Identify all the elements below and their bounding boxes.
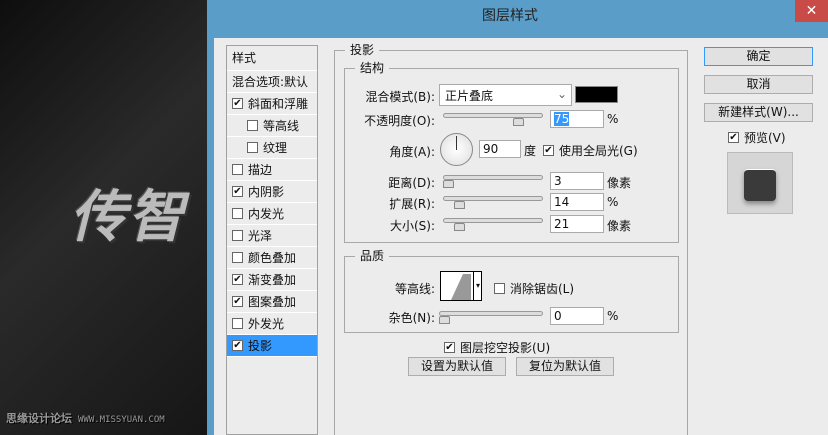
check-icon[interactable]: ✔ bbox=[232, 340, 243, 351]
size-input[interactable]: 21 bbox=[550, 215, 604, 233]
cancel-button[interactable]: 取消 bbox=[704, 75, 813, 94]
style-item-label: 图案叠加 bbox=[248, 294, 297, 309]
angle-unit: 度 bbox=[524, 144, 537, 158]
new-style-button[interactable]: 新建样式(W)... bbox=[704, 103, 813, 122]
style-item[interactable]: 样式 bbox=[227, 46, 317, 71]
style-item-label: 混合选项:默认 bbox=[232, 74, 309, 89]
style-item[interactable]: 颜色叠加 bbox=[227, 247, 317, 269]
noise-unit: % bbox=[607, 309, 619, 323]
checkbox-box bbox=[494, 283, 505, 294]
canvas-text: 传智 bbox=[70, 185, 186, 250]
check-icon[interactable]: ✔ bbox=[232, 186, 243, 197]
check-icon[interactable]: ✔ bbox=[232, 98, 243, 109]
structure-title: 结构 bbox=[355, 60, 390, 76]
style-item[interactable]: 混合选项:默认 bbox=[227, 71, 317, 93]
style-item-label: 渐变叠加 bbox=[248, 272, 297, 287]
style-item-label: 纹理 bbox=[263, 140, 288, 155]
size-label: 大小(S): bbox=[389, 219, 435, 233]
style-item[interactable]: ✔ 内阴影 bbox=[227, 181, 317, 203]
style-item-label: 光泽 bbox=[248, 228, 273, 243]
make-default-button[interactable]: 设置为默认值 bbox=[408, 357, 506, 376]
watermark-url: WWW.MISSYUAN.COM bbox=[78, 415, 165, 425]
angle-label: 角度(A): bbox=[389, 145, 435, 159]
spread-label: 扩展(R): bbox=[389, 197, 435, 211]
style-item-label: 描边 bbox=[248, 162, 273, 177]
blend-mode-value: 正片叠底 bbox=[445, 89, 494, 103]
close-button[interactable]: ✕ bbox=[795, 0, 828, 22]
check-icon[interactable]: ✔ bbox=[232, 274, 243, 285]
style-item-label: 投影 bbox=[248, 338, 273, 353]
style-item[interactable]: 描边 bbox=[227, 159, 317, 181]
preview-swatch bbox=[744, 169, 776, 201]
ok-button[interactable]: 确定 bbox=[704, 47, 813, 66]
chevron-down-icon: ⌄ bbox=[556, 87, 567, 101]
contour-label: 等高线: bbox=[394, 282, 435, 296]
distance-slider[interactable] bbox=[443, 175, 545, 189]
checkbox-box[interactable] bbox=[232, 252, 243, 263]
style-item[interactable]: 等高线 bbox=[227, 115, 317, 137]
checkbox-box[interactable] bbox=[232, 230, 243, 241]
style-item-label: 外发光 bbox=[248, 316, 285, 331]
style-preview bbox=[727, 152, 793, 214]
style-item-label: 斜面和浮雕 bbox=[248, 96, 309, 111]
checkbox-box[interactable] bbox=[232, 318, 243, 329]
distance-label: 距离(D): bbox=[388, 176, 435, 190]
size-slider[interactable] bbox=[443, 218, 545, 232]
style-item-label: 样式 bbox=[232, 51, 257, 65]
opacity-unit: % bbox=[607, 112, 619, 126]
style-item[interactable]: ✔ 投影 bbox=[227, 335, 317, 357]
distance-input[interactable]: 3 bbox=[550, 172, 604, 190]
checkbox-box[interactable] bbox=[232, 164, 243, 175]
check-icon[interactable]: ✔ bbox=[232, 296, 243, 307]
noise-input[interactable]: 0 bbox=[550, 307, 604, 325]
spread-input[interactable]: 14 bbox=[550, 193, 604, 211]
anti-alias-checkbox[interactable]: 消除锯齿(L) bbox=[494, 280, 574, 297]
opacity-input[interactable]: 75 bbox=[550, 110, 604, 128]
size-unit: 像素 bbox=[607, 219, 632, 233]
checkbox-box[interactable] bbox=[232, 208, 243, 219]
watermark: 思缘设计论坛 WWW.MISSYUAN.COM bbox=[6, 410, 165, 426]
noise-slider[interactable] bbox=[439, 311, 545, 325]
contour-curve-icon bbox=[451, 274, 471, 300]
style-item[interactable]: 光泽 bbox=[227, 225, 317, 247]
check-icon: ✔ bbox=[444, 342, 455, 353]
checkbox-box[interactable] bbox=[247, 120, 258, 131]
style-item-label: 颜色叠加 bbox=[248, 250, 297, 265]
quality-title: 品质 bbox=[355, 248, 390, 264]
style-item[interactable]: 外发光 bbox=[227, 313, 317, 335]
blend-mode-select[interactable]: 正片叠底 ⌄ bbox=[439, 84, 572, 106]
distance-unit: 像素 bbox=[607, 176, 632, 190]
style-item-label: 等高线 bbox=[263, 118, 300, 133]
shadow-color-swatch[interactable] bbox=[575, 86, 618, 103]
angle-input[interactable]: 90 bbox=[479, 140, 521, 158]
reset-default-button[interactable]: 复位为默认值 bbox=[516, 357, 614, 376]
opacity-label: 不透明度(O): bbox=[364, 114, 435, 128]
contour-picker[interactable]: ▾ bbox=[440, 271, 482, 301]
spread-unit: % bbox=[607, 195, 619, 209]
knockout-checkbox[interactable]: ✔ 图层挖空投影(U) bbox=[444, 339, 550, 356]
style-item-label: 内发光 bbox=[248, 206, 285, 221]
check-icon: ✔ bbox=[543, 145, 554, 156]
caret-down-icon: ▾ bbox=[472, 272, 480, 300]
style-item[interactable]: ✔ 渐变叠加 bbox=[227, 269, 317, 291]
noise-label: 杂色(N): bbox=[388, 311, 435, 325]
angle-dial[interactable] bbox=[440, 133, 473, 166]
style-item[interactable]: ✔ 斜面和浮雕 bbox=[227, 93, 317, 115]
preview-checkbox[interactable]: ✔ 预览(V) bbox=[728, 129, 786, 146]
watermark-text: 思缘设计论坛 bbox=[6, 412, 72, 425]
opacity-slider[interactable] bbox=[443, 113, 545, 127]
spread-slider[interactable] bbox=[443, 196, 545, 210]
style-item[interactable]: 内发光 bbox=[227, 203, 317, 225]
checkbox-box[interactable] bbox=[247, 142, 258, 153]
style-item-label: 内阴影 bbox=[248, 184, 285, 199]
dialog-title: 图层样式 bbox=[482, 8, 538, 24]
group-title: 投影 bbox=[345, 42, 380, 58]
check-icon: ✔ bbox=[728, 132, 739, 143]
style-item[interactable]: ✔ 图案叠加 bbox=[227, 291, 317, 313]
blend-mode-label: 混合模式(B): bbox=[365, 90, 435, 104]
style-item[interactable]: 纹理 bbox=[227, 137, 317, 159]
global-light-checkbox[interactable]: ✔ 使用全局光(G) bbox=[543, 142, 638, 159]
styles-list: 样式混合选项:默认 ✔ 斜面和浮雕等高线纹理描边 ✔ 内阴影内发光光泽颜色叠加 ✔ 渐变叠加… bbox=[226, 45, 318, 435]
